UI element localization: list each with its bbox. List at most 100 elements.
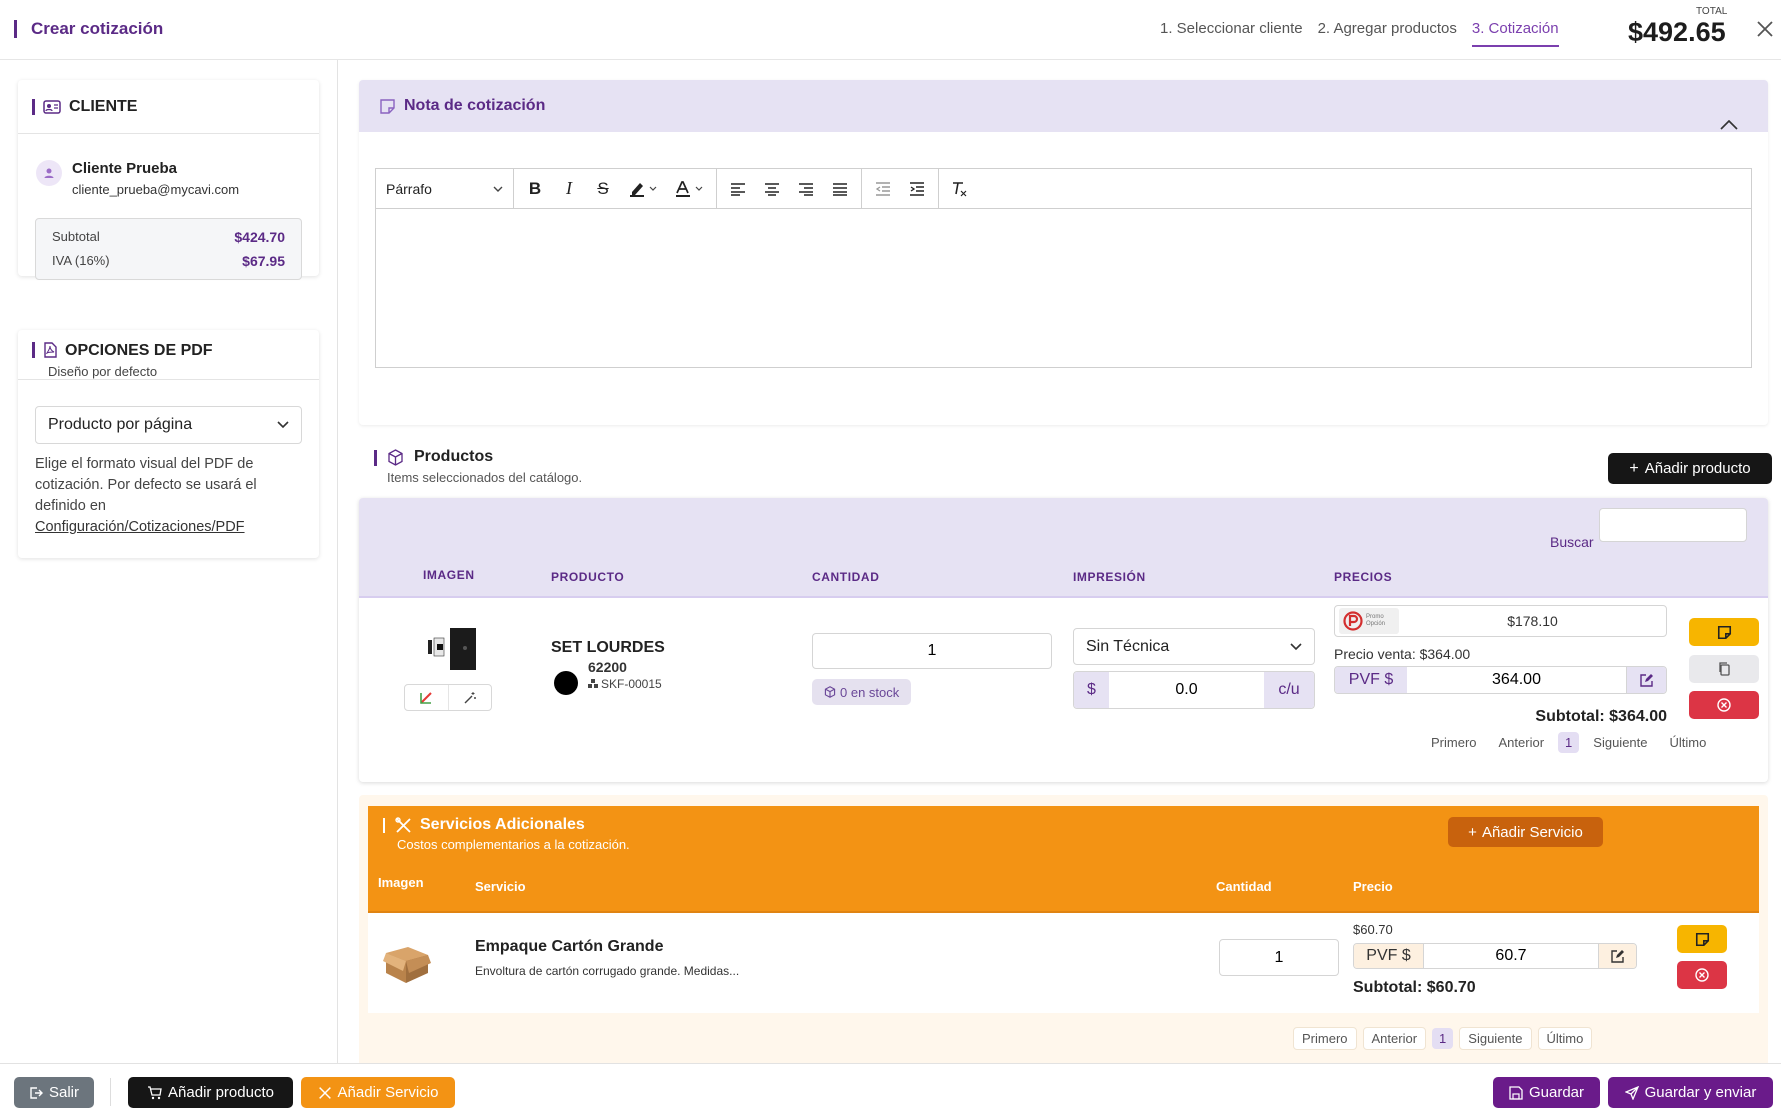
service-pvf-group: PVF $ xyxy=(1353,943,1637,969)
stepper: 1. Seleccionar cliente 2. Agregar produc… xyxy=(1160,20,1559,47)
pvf-input[interactable] xyxy=(1407,667,1626,693)
close-circle-icon xyxy=(1717,698,1731,712)
pager-current[interactable]: 1 xyxy=(1432,1028,1454,1049)
col-precios: PRECIOS xyxy=(1334,570,1393,584)
service-name: Empaque Cartón Grande xyxy=(475,938,664,955)
search-input[interactable] xyxy=(1599,508,1747,542)
pdf-format-select[interactable]: Producto por página xyxy=(35,406,302,444)
pdf-section-title: OPCIONES DE PDF xyxy=(65,342,213,359)
services-subtitle: Costos complementarios a la cotización. xyxy=(397,837,630,852)
col-imagen: IMAGEN xyxy=(423,568,475,582)
subtotal-value: $424.70 xyxy=(234,229,285,245)
save-button[interactable]: Guardar xyxy=(1493,1077,1600,1108)
client-card: CLIENTE Cliente Prueba cliente_prueba@my… xyxy=(18,80,319,280)
save-and-send-button[interactable]: Guardar y enviar xyxy=(1608,1077,1773,1108)
total-value: $492.65 xyxy=(1628,17,1726,47)
image-edit-icon[interactable] xyxy=(405,685,449,710)
footer-add-product-button[interactable]: Añadir producto xyxy=(128,1077,293,1108)
send-icon xyxy=(1624,1085,1639,1100)
iva-value: $67.95 xyxy=(242,253,285,269)
pvf-group: PVF $ xyxy=(1334,666,1667,694)
note-button[interactable] xyxy=(1689,618,1759,646)
top-bar: Crear cotización 1. Seleccionar cliente … xyxy=(0,0,1781,60)
footer-bar: Salir Añadir producto Añadir Servicio Gu… xyxy=(0,1063,1781,1113)
pager-current[interactable]: 1 xyxy=(1558,732,1580,753)
edit-icon[interactable] xyxy=(1626,667,1666,693)
pager-first[interactable]: Primero xyxy=(1423,732,1485,753)
logout-icon xyxy=(29,1086,43,1100)
pager-next[interactable]: Siguiente xyxy=(1459,1027,1532,1050)
nota-header[interactable]: Nota de cotización xyxy=(359,80,1768,132)
align-right-icon[interactable] xyxy=(789,174,823,204)
plus-icon: + xyxy=(1629,459,1639,477)
add-service-button[interactable]: + Añadir Servicio xyxy=(1448,817,1603,847)
align-justify-icon[interactable] xyxy=(823,174,857,204)
footer-add-service-label: Añadir Servicio xyxy=(337,1084,439,1101)
magic-wand-icon[interactable] xyxy=(449,685,492,710)
duplicate-button[interactable] xyxy=(1689,655,1759,683)
subtotal-label: Subtotal xyxy=(52,229,100,244)
image-actions xyxy=(404,684,492,711)
italic-icon[interactable]: I xyxy=(552,174,586,204)
pager-last[interactable]: Último xyxy=(1662,732,1715,753)
outdent-icon[interactable] xyxy=(866,174,900,204)
table-row: Empaque Cartón Grande Envoltura de cartó… xyxy=(368,911,1759,1013)
stock-text: 0 en stock xyxy=(840,684,900,700)
nota-title: Nota de cotización xyxy=(404,97,546,114)
pager-first[interactable]: Primero xyxy=(1293,1027,1357,1050)
avatar xyxy=(36,160,62,186)
editor-toolbar: Párrafo B I S xyxy=(376,168,1751,209)
impresion-suffix: c/u xyxy=(1264,672,1314,708)
box-icon xyxy=(824,686,836,698)
close-icon[interactable] xyxy=(1756,20,1774,38)
add-product-button[interactable]: + Añadir producto xyxy=(1608,453,1772,484)
bold-icon[interactable]: B xyxy=(518,174,552,204)
pdf-config-link[interactable]: Configuración/Cotizaciones/PDF xyxy=(35,517,305,538)
chevron-up-icon[interactable] xyxy=(1720,120,1738,130)
paragraph-select[interactable]: Párrafo xyxy=(376,168,514,209)
services-pagination: Primero Anterior 1 Siguiente Último xyxy=(1293,1027,1593,1050)
products-section: Productos Items seleccionados del catálo… xyxy=(359,438,1772,782)
pager-next[interactable]: Siguiente xyxy=(1585,732,1655,753)
service-description: Envoltura de cartón corrugado grande. Me… xyxy=(475,964,740,978)
align-left-icon[interactable] xyxy=(721,174,755,204)
exit-button[interactable]: Salir xyxy=(14,1077,94,1108)
step-add-products[interactable]: 2. Agregar productos xyxy=(1318,20,1457,47)
supplier-logo: Promo Opción xyxy=(1339,608,1399,634)
impresion-cost-input[interactable] xyxy=(1109,672,1264,708)
services-title: Servicios Adicionales xyxy=(420,816,585,833)
service-subtotal: Subtotal: $60.70 xyxy=(1353,979,1476,996)
col-service-cantidad: Cantidad xyxy=(1216,879,1272,894)
strikethrough-icon[interactable]: S xyxy=(586,174,620,204)
align-center-icon[interactable] xyxy=(755,174,789,204)
sale-price: Precio venta: $364.00 xyxy=(1334,646,1471,662)
editor-body[interactable] xyxy=(376,209,1751,367)
pager-prev[interactable]: Anterior xyxy=(1491,732,1553,753)
pdf-options-card: OPCIONES DE PDF Diseño por defecto Produ… xyxy=(18,330,319,558)
indent-icon[interactable] xyxy=(900,174,934,204)
service-delete-button[interactable] xyxy=(1677,961,1727,989)
edit-icon[interactable] xyxy=(1598,944,1636,968)
products-table: Buscar IMAGEN PRODUCTO CANTIDAD IMPRESIÓ… xyxy=(359,498,1768,782)
impresion-cost-group: $ c/u xyxy=(1073,671,1315,709)
stock-badge: 0 en stock xyxy=(812,679,912,705)
service-pvf-label: PVF $ xyxy=(1354,944,1424,968)
service-pvf-input[interactable] xyxy=(1424,944,1598,968)
supplier-logo-text: Promo Opción xyxy=(1366,614,1386,627)
pager-last[interactable]: Último xyxy=(1537,1027,1593,1050)
add-product-label: Añadir producto xyxy=(1644,460,1751,477)
font-color-icon[interactable] xyxy=(666,174,712,204)
delete-button[interactable] xyxy=(1689,691,1759,719)
highlight-icon[interactable] xyxy=(620,174,666,204)
clear-format-icon[interactable] xyxy=(943,174,977,204)
quantity-input[interactable] xyxy=(812,633,1052,669)
close-circle-icon xyxy=(1695,968,1709,982)
service-quantity-input[interactable] xyxy=(1219,939,1339,976)
service-note-button[interactable] xyxy=(1677,925,1727,953)
sidebar: CLIENTE Cliente Prueba cliente_prueba@my… xyxy=(0,60,338,1063)
pager-prev[interactable]: Anterior xyxy=(1362,1027,1427,1050)
footer-add-service-button[interactable]: Añadir Servicio xyxy=(301,1077,455,1108)
impresion-select[interactable]: Sin Técnica xyxy=(1073,628,1315,665)
step-select-client[interactable]: 1. Seleccionar cliente xyxy=(1160,20,1303,47)
step-quote[interactable]: 3. Cotización xyxy=(1471,20,1559,47)
